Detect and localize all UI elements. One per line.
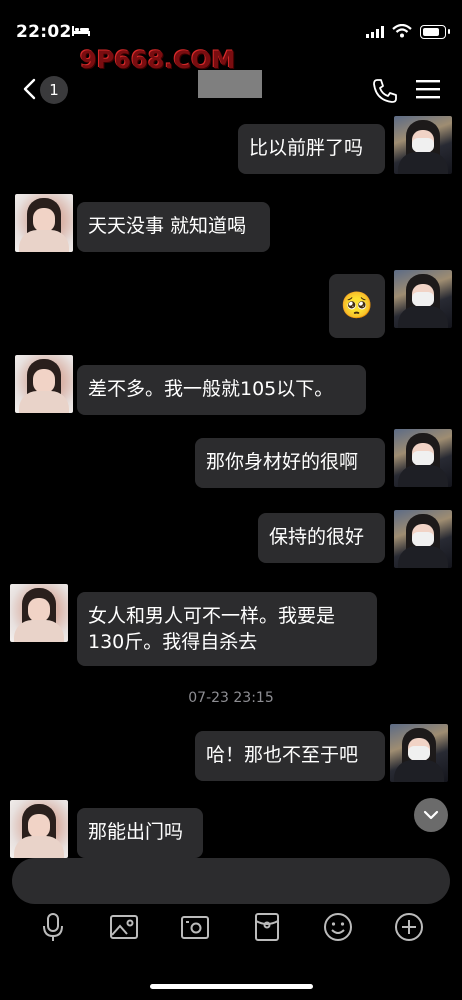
sleep-mode-icon (72, 26, 90, 36)
avatar[interactable] (10, 584, 68, 642)
message-text: 差不多。我一般就105以下。 (88, 378, 334, 400)
scroll-to-bottom-button[interactable] (414, 798, 448, 832)
camera-icon[interactable] (180, 912, 210, 942)
image-icon[interactable] (109, 912, 139, 942)
home-indicator[interactable] (150, 984, 313, 989)
message-bubble: 哈！那也不至于吧 (195, 731, 385, 781)
menu-icon[interactable] (416, 78, 440, 100)
message-text: 保持的很好 (269, 526, 365, 548)
status-time: 22:02 (16, 22, 72, 42)
avatar[interactable] (15, 194, 73, 252)
avatar[interactable] (15, 355, 73, 413)
message-text: 天天没事 就知道喝 (88, 215, 247, 237)
message-bubble: 那你身材好的很啊 (195, 438, 385, 488)
pleading-face-emoji: 🥺 (340, 291, 374, 321)
message-bubble: 🥺 (329, 274, 385, 338)
cellular-signal-icon (366, 26, 384, 38)
avatar[interactable] (394, 429, 452, 487)
emoji-icon[interactable] (323, 912, 353, 942)
message-text: 哈！那也不至于吧 (206, 744, 359, 766)
battery-icon (420, 25, 450, 39)
message-bubble: 差不多。我一般就105以下。 (77, 365, 366, 415)
plus-icon[interactable] (394, 912, 424, 942)
message-text: 女人和男人可不一样。我要是130斤。我得自杀去 (88, 605, 336, 653)
message-bubble: 保持的很好 (258, 513, 385, 563)
chevron-down-icon (423, 810, 439, 820)
contact-name-redacted (198, 70, 262, 98)
avatar[interactable] (390, 724, 448, 782)
message-text: 那能出门吗 (88, 821, 184, 843)
message-bubble: 比以前胖了吗 (238, 124, 385, 174)
red-packet-icon[interactable] (252, 912, 282, 942)
unread-badge[interactable]: 1 (40, 76, 68, 104)
message-text: 那你身材好的很啊 (206, 451, 359, 473)
message-bubble: 那能出门吗 (77, 808, 203, 858)
avatar[interactable] (394, 510, 452, 568)
microphone-icon[interactable] (38, 912, 68, 942)
message-bubble: 天天没事 就知道喝 (77, 202, 270, 252)
message-bubble: 女人和男人可不一样。我要是130斤。我得自杀去 (77, 592, 377, 666)
message-text: 比以前胖了吗 (249, 137, 364, 159)
avatar[interactable] (10, 800, 68, 858)
timestamp-divider: 07-23 23:15 (188, 690, 274, 706)
avatar[interactable] (394, 270, 452, 328)
wifi-icon (392, 24, 412, 38)
avatar[interactable] (394, 116, 452, 174)
phone-icon[interactable] (372, 78, 398, 104)
message-input[interactable] (12, 858, 450, 904)
back-chevron-icon[interactable] (22, 78, 36, 100)
